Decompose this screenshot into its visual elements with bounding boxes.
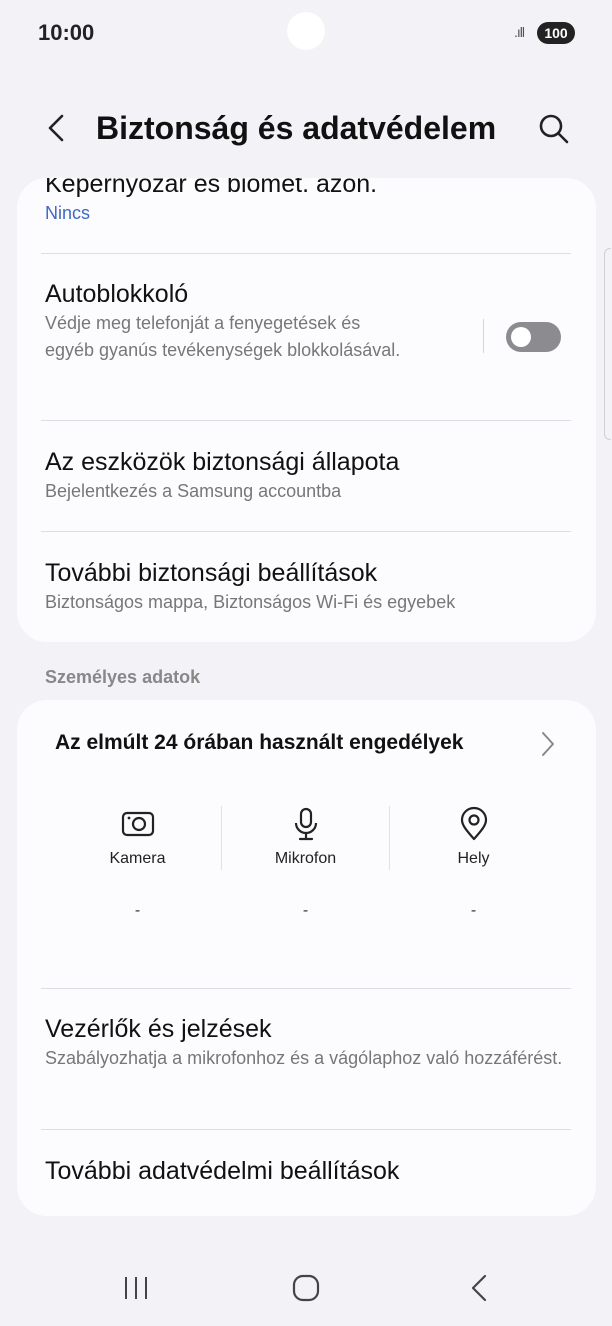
divider [41,253,571,254]
permission-value: - [134,902,141,919]
back-icon [471,1274,487,1302]
status-bar: 10:00 .ıll 100 [0,0,612,64]
more-privacy-title: További adatvédelmi beállítások [45,1157,400,1185]
controls-alerts-subtitle: Szabályozhatja a mikrofonhoz és a vágóla… [45,1048,563,1068]
personal-data-card: Az elmúlt 24 órában használt engedélyek … [17,700,596,1216]
auto-blocker-toggle[interactable] [506,322,561,352]
toggle-knob [511,327,531,347]
home-icon [292,1274,320,1302]
permissions-used-title[interactable]: Az elmúlt 24 órában használt engedélyek [55,731,463,755]
device-security-subtitle: Bejelentkezés a Samsung accountba [45,481,342,501]
auto-blocker-title: Autoblokkoló [45,280,189,308]
location-pin-icon [460,806,487,841]
app-bar: Biztonság és adatvédelem [0,90,612,166]
more-privacy-item[interactable]: További adatvédelmi beállítások [45,1155,570,1187]
home-button[interactable] [288,1270,324,1306]
permission-label: Hely [457,850,490,867]
permission-location[interactable]: Hely - [390,806,557,920]
search-icon [539,114,569,144]
divider [41,988,571,989]
divider [41,420,571,421]
divider [41,1129,571,1130]
permission-microphone[interactable]: Mikrofon - [222,806,389,920]
permission-camera[interactable]: Kamera - [54,806,221,920]
search-button[interactable] [536,108,572,148]
toggle-separator [483,319,484,353]
permission-value: - [470,902,477,919]
more-security-item[interactable]: További biztonsági beállítások Biztonság… [45,557,570,616]
screen-lock-value: Nincs [45,203,91,223]
divider [41,531,571,532]
signal-bars-icon: .ıll [514,24,525,40]
navigation-bar [0,1250,612,1326]
camera-cutout [287,12,325,50]
recents-button[interactable] [120,1272,152,1304]
battery-indicator: 100 [537,22,575,44]
screen-lock-item[interactable]: Képernyőzár és biomet. azon. Nincs [45,178,570,227]
controls-alerts-title: Vezérlők és jelzések [45,1015,272,1043]
chevron-right-icon[interactable] [537,727,559,761]
permission-label: Mikrofon [274,850,337,867]
nav-back-button[interactable] [466,1272,492,1304]
device-security-item[interactable]: Az eszközök biztonsági állapota Bejelent… [45,446,570,505]
screen-lock-title: Képernyőzár és biomet. azon. [45,178,378,198]
scroll-indicator [604,248,611,440]
more-security-subtitle: Biztonságos mappa, Biztonságos Wi-Fi és … [45,592,456,612]
section-header-personal: Személyes adatok [45,667,201,687]
more-security-title: További biztonsági beállítások [45,559,378,587]
page-title: Biztonság és adatvédelem [96,110,497,146]
permission-label: Kamera [109,850,166,867]
auto-blocker-item[interactable]: Autoblokkoló Védje meg telefonját a feny… [45,278,475,364]
permission-value: - [302,902,309,919]
security-settings-card: Képernyőzár és biomet. azon. Nincs Autob… [17,178,596,642]
back-button[interactable] [40,108,76,148]
auto-blocker-description: Védje meg telefonját a fenyegetések és e… [45,313,401,360]
device-security-title: Az eszközök biztonsági állapota [45,448,400,476]
microphone-icon [294,807,317,841]
chevron-left-icon [48,114,64,142]
controls-alerts-item[interactable]: Vezérlők és jelzések Szabályozhatja a mi… [45,1013,570,1072]
recents-icon [125,1277,147,1299]
camera-icon [121,811,154,837]
status-time: 10:00 [38,20,95,45]
